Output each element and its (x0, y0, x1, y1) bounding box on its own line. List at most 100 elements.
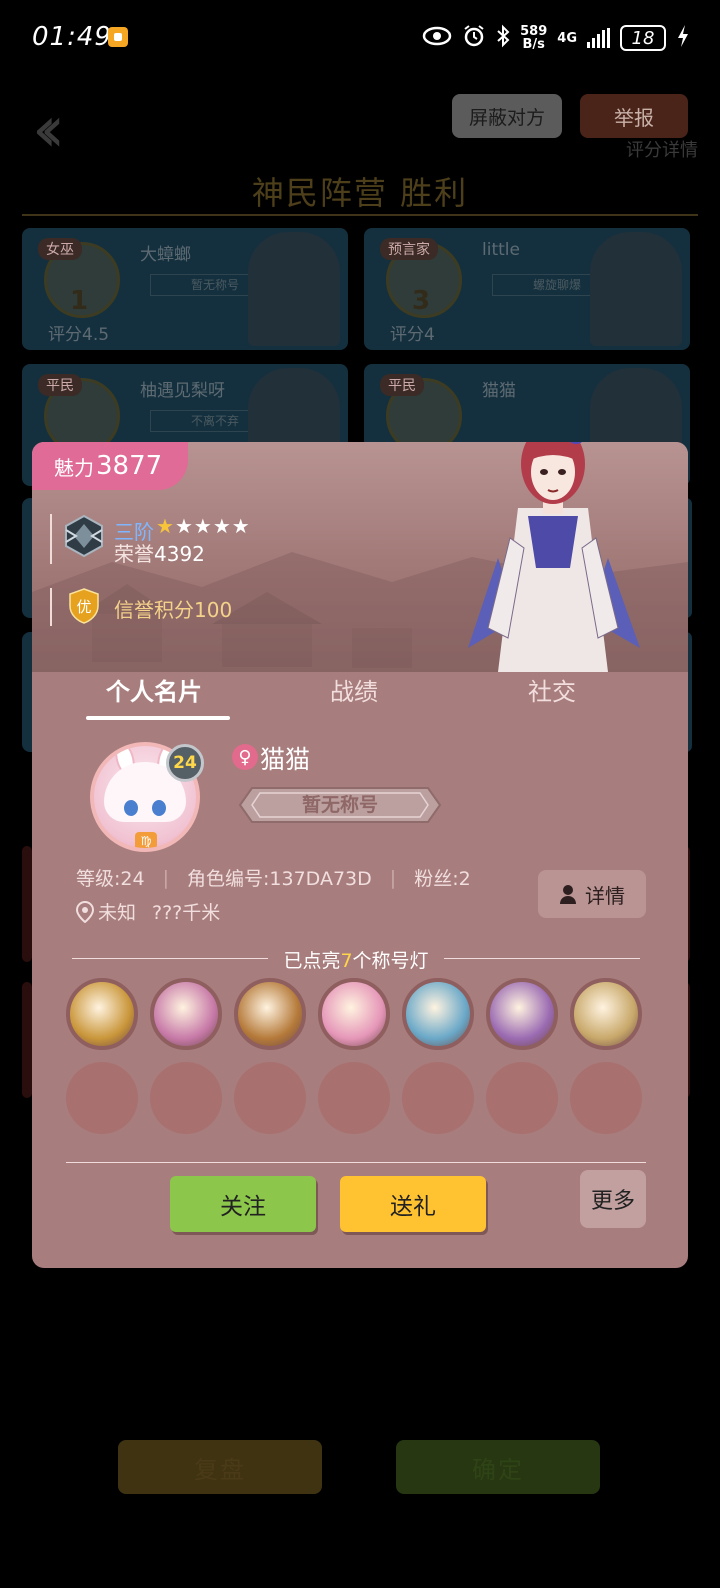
report-button-label: 举报 (614, 105, 654, 130)
title-plate-text: 暂无称号 (301, 794, 378, 816)
follow-button[interactable]: 关注 (170, 1176, 316, 1232)
notification-app-icon (108, 27, 128, 47)
details-button[interactable]: 详情 (538, 870, 646, 918)
female-gender-icon: ♀ (232, 744, 258, 770)
status-time: 01:49 (32, 22, 112, 52)
send-gift-button[interactable]: 送礼 (340, 1176, 486, 1232)
gift-button-label: 送礼 (390, 1194, 436, 1220)
title-plate: 暂无称号 (238, 786, 442, 824)
battery-icon: 18 (620, 25, 666, 51)
charging-icon (676, 24, 690, 53)
star-icon: ★ (231, 514, 251, 538)
charm-value: 3877 (96, 451, 163, 481)
claw-lamp-icon[interactable] (234, 978, 306, 1050)
player-number: 1 (70, 286, 89, 316)
potion-lamp-icon[interactable] (150, 978, 222, 1050)
honor-points: 荣誉4392 (114, 538, 205, 567)
empty-lamp-slot (66, 1062, 138, 1134)
star-icon: ★ (193, 514, 213, 538)
player-card[interactable]: 女巫 1 大蟑螂 暂无称号 评分4.5 (22, 228, 348, 350)
stat-fans: 粉丝:2 (414, 868, 471, 890)
report-button[interactable]: 举报 (580, 94, 688, 138)
block-opponent-button[interactable]: 屏蔽对方 (452, 94, 562, 138)
profile-stats: 等级:24 | 角色编号:137DA73D | 粉丝:2 (76, 864, 471, 891)
stat-level: 等级:24 (76, 868, 145, 890)
rank-stars: ★★★★★ (156, 514, 251, 538)
lamps-count: 7 (340, 950, 353, 972)
werewolf-lamp-icon[interactable] (66, 978, 138, 1050)
tab-profile-card[interactable]: 个人名片 (106, 672, 202, 707)
location-text: 未知 (98, 902, 137, 924)
block-button-label: 屏蔽对方 (468, 106, 545, 129)
location-pin-icon (76, 900, 94, 923)
player-score: 评分4.5 (48, 325, 110, 345)
stat-separator: | (389, 866, 397, 889)
tab-social[interactable]: 社交 (528, 672, 576, 707)
credit-badge-text: 优 (76, 598, 91, 616)
nickname: 猫猫 (260, 745, 311, 774)
location: 未知 ???千米 (76, 898, 220, 925)
player-score: 评分4 (390, 325, 435, 345)
player-character (248, 232, 340, 346)
player-name: 猫猫 (482, 381, 516, 401)
credit-shield-icon: 优 (69, 588, 99, 624)
stat-separator: | (162, 866, 169, 889)
cupid-lamp-icon[interactable] (318, 978, 390, 1050)
honor-value: 4392 (154, 542, 205, 566)
player-name: 大蟑螂 (140, 245, 191, 265)
eye-icon (422, 26, 452, 51)
follow-button-label: 关注 (220, 1194, 266, 1220)
crown-lamp-icon[interactable] (486, 978, 558, 1050)
alarm-icon (462, 24, 486, 53)
network-type: 4G (557, 30, 577, 46)
player-role: 女巫 (38, 238, 82, 260)
confirm-button[interactable]: 确定 (396, 1440, 600, 1494)
empty-lamp-slot (570, 1062, 642, 1134)
lamps-suffix: 个称号灯 (352, 950, 429, 972)
charm-badge: 魅力 3877 (32, 442, 189, 490)
replay-button[interactable]: 复盘 (118, 1440, 322, 1494)
player-character (590, 232, 682, 346)
player-profile-modal: 魅力 3877 三阶 ★★★★★ 荣誉4392 优 信誉积分100 个人名片 战… (32, 442, 688, 1268)
status-icons: 589 B/s 4G 18 (422, 20, 690, 56)
status-bar: 01:49 589 B/s 4G 18 (0, 0, 720, 76)
charm-label: 魅力 (54, 455, 94, 480)
more-button[interactable]: 更多 (580, 1170, 646, 1228)
confirm-button-label: 确定 (472, 1455, 524, 1484)
details-button-label: 详情 (585, 883, 625, 908)
active-tab-indicator (86, 716, 230, 720)
network-speed: 589 B/s (520, 25, 547, 51)
empty-lamp-slot (402, 1062, 474, 1134)
player-card[interactable]: 预言家 3 little 螺旋聊爆 评分4 (364, 228, 690, 350)
level-badge: 24 (166, 744, 204, 782)
player-card[interactable] (22, 982, 32, 1098)
player-number: 3 (412, 286, 431, 316)
more-button-label: 更多 (590, 1189, 635, 1214)
zodiac-icon: ♍ (135, 832, 157, 848)
profile-tabs: 个人名片 战绩 社交 (32, 668, 688, 724)
back-icon[interactable]: ‹‹ (32, 98, 65, 162)
tab-records[interactable]: 战绩 (330, 672, 378, 707)
seer-eye-lamp-icon[interactable] (402, 978, 474, 1050)
result-divider (22, 214, 698, 216)
knight-lamp-icon[interactable] (570, 978, 642, 1050)
star-icon: ★ (156, 514, 175, 538)
stat-role-id: 角色编号:137DA73D (187, 868, 372, 890)
replay-button-label: 复盘 (194, 1455, 246, 1484)
player-role: 预言家 (380, 238, 438, 260)
character-portrait (468, 442, 640, 672)
empty-lamp-slot (486, 1062, 558, 1134)
player-name: 柚遇见梨呀 (140, 381, 225, 401)
star-icon: ★ (174, 514, 194, 538)
score-detail-link[interactable]: 评分详情 (626, 136, 698, 162)
credit-score: 信誉积分100 (114, 598, 233, 622)
empty-lamp-slot (234, 1062, 306, 1134)
player-card[interactable] (22, 846, 32, 962)
result-title: 神民阵营 胜利 (251, 174, 469, 212)
empty-lamp-slot (318, 1062, 390, 1134)
person-icon (560, 885, 576, 904)
star-icon: ★ (212, 514, 232, 538)
title-lamps-header: 已点亮7个称号灯 (72, 946, 640, 972)
player-role: 平民 (380, 374, 424, 396)
honor-label: 荣誉 (114, 542, 154, 566)
